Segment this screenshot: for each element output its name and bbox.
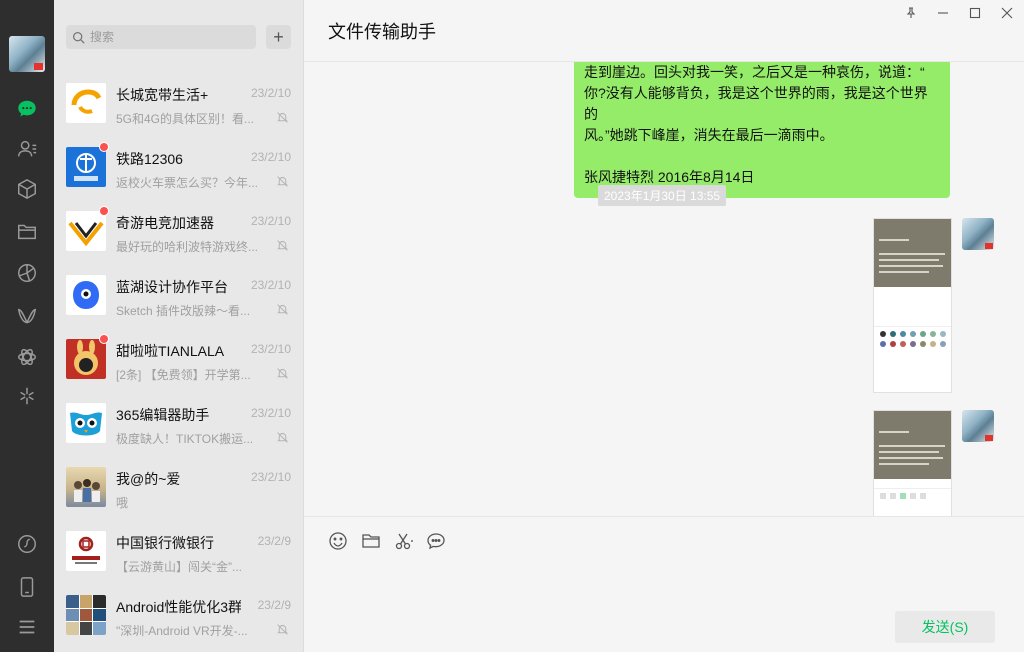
chat-history-icon[interactable] xyxy=(424,529,448,553)
message-line: 走到崖边。回头对我一笑，之后又是一种哀伤，说道：“ xyxy=(584,64,925,80)
chat-list-item[interactable]: 长城宽带生活+ 23/2/10 5G和4G的具体区别！看... xyxy=(54,73,303,137)
close-icon[interactable] xyxy=(996,4,1018,22)
chat-header: 文件传输助手 xyxy=(304,0,1024,62)
message-timestamp: 2023年1月30日 13:55 xyxy=(598,185,727,206)
mute-bell-icon xyxy=(277,304,288,315)
chat-name: 长城宽带生活+ xyxy=(116,87,209,103)
chat-avatar xyxy=(66,211,106,251)
chat-preview: Sketch 插件改版辣～看... xyxy=(116,304,251,318)
text-message-bubble[interactable]: 走到崖边。回头对我一笑，之后又是一种哀伤，说道：“ 你?没有人能够背负，我是这个… xyxy=(574,62,950,198)
pin-icon[interactable] xyxy=(900,4,922,22)
chat-list-item[interactable]: 铁路12306 23/2/10 返校火车票怎么买？今年... xyxy=(54,137,303,201)
chat-name: 奇游电竞加速器 xyxy=(116,215,214,231)
miniprogram-panel-icon[interactable] xyxy=(12,529,42,559)
mute-bell-icon xyxy=(277,624,288,635)
chat-avatar xyxy=(66,339,106,379)
chat-list-item[interactable]: 我@的~爱 23/2/10 哦 xyxy=(54,457,303,521)
chat-name: 365编辑器助手 xyxy=(116,407,210,423)
chat-time: 23/2/10 xyxy=(250,86,291,100)
unread-dot xyxy=(99,206,109,216)
chat-preview: 哦 xyxy=(116,496,129,510)
image-message[interactable] xyxy=(873,218,952,393)
chat-avatar xyxy=(66,403,106,443)
search-box[interactable] xyxy=(66,25,256,49)
chat-avatar xyxy=(66,147,106,187)
chat-title: 文件传输助手 xyxy=(328,22,436,42)
search-input[interactable] xyxy=(90,30,240,44)
search-discover-icon[interactable] xyxy=(12,342,42,372)
emoji-icon[interactable] xyxy=(326,529,350,553)
chat-preview: "深圳-Android VR开发-... xyxy=(116,624,248,638)
send-button[interactable]: 发送(S) xyxy=(895,611,995,643)
chat-name: 我@的~爱 xyxy=(116,471,181,487)
message-list[interactable]: 走到崖边。回头对我一笑，之后又是一种哀伤，说道：“ 你?没有人能够背负，我是这个… xyxy=(304,62,1024,516)
minimize-icon[interactable] xyxy=(932,4,954,22)
folder-icon[interactable] xyxy=(359,529,383,553)
miniprogram-icon[interactable] xyxy=(12,381,42,411)
mute-bell-icon xyxy=(277,368,288,379)
chat-preview: 返校火车票怎么买？今年... xyxy=(116,176,259,190)
chat-time: 23/2/10 xyxy=(250,470,291,484)
chat-time: 23/2/9 xyxy=(257,534,291,548)
chat-time: 23/2/10 xyxy=(250,150,291,164)
user-avatar[interactable] xyxy=(9,36,45,72)
chat-name: 蓝湖设计协作平台 xyxy=(116,279,228,295)
chat-name: 中国银行微银行 xyxy=(116,535,214,551)
chat-name: Android性能优化3群 xyxy=(116,599,241,615)
chat-name: 铁路12306 xyxy=(116,151,183,167)
image-message[interactable] xyxy=(873,410,952,516)
channels-icon[interactable] xyxy=(12,301,42,331)
sender-avatar[interactable] xyxy=(962,218,994,250)
chat-list-item[interactable]: 中国银行微银行 23/2/9 【云游黄山】闯关“金”... xyxy=(54,521,303,585)
chat-icon[interactable] xyxy=(12,94,42,124)
sender-avatar[interactable] xyxy=(962,410,994,442)
mute-bell-icon xyxy=(277,112,288,123)
chat-list-item[interactable]: 蓝湖设计协作平台 23/2/10 Sketch 插件改版辣～看... xyxy=(54,265,303,329)
chat-avatar xyxy=(66,531,106,571)
chat-avatar xyxy=(66,467,106,507)
chat-preview: 【云游黄山】闯关“金”... xyxy=(116,560,242,574)
phone-icon[interactable] xyxy=(12,572,42,602)
add-button[interactable]: + xyxy=(266,25,291,49)
chat-list-item[interactable]: 365编辑器助手 23/2/10 极度缺人！TIKTOK搬运... xyxy=(54,393,303,457)
chat-preview: 极度缺人！TIKTOK搬运... xyxy=(116,432,254,446)
chat-window: 文件传输助手 走到崖边。回头对我一笑，之后又是一种哀伤，说道：“ 你?没有人能够… xyxy=(304,0,1024,652)
chat-preview: 5G和4G的具体区别！看... xyxy=(116,112,255,126)
maximize-icon[interactable] xyxy=(964,4,986,22)
message-line: 你?没有人能够背负，我是这个世界的雨，我是这个世界的 xyxy=(584,85,928,122)
chat-avatar xyxy=(66,275,106,315)
unread-dot xyxy=(99,334,109,344)
unread-dot xyxy=(99,142,109,152)
chat-avatar xyxy=(66,83,106,123)
chat-avatar xyxy=(66,595,106,635)
chat-time: 23/2/10 xyxy=(250,214,291,228)
chat-name: 甜啦啦TIANLALA xyxy=(116,343,225,359)
chat-list-panel: + 长城宽带生活+ 23/2/10 5G和4G的具体区别！看... 铁路1230… xyxy=(54,0,304,652)
mute-bell-icon xyxy=(277,240,288,251)
menu-icon[interactable] xyxy=(12,612,42,642)
mute-bell-icon xyxy=(277,176,288,187)
files-icon[interactable] xyxy=(12,216,42,246)
message-input-area[interactable]: 发送(S) xyxy=(304,516,1024,652)
contacts-icon[interactable] xyxy=(12,134,42,164)
chat-preview: 最好玩的哈利波特游戏终... xyxy=(116,240,259,254)
chat-list-item[interactable]: Android性能优化3群 23/2/9 "深圳-Android VR开发-..… xyxy=(54,585,303,649)
moments-icon[interactable] xyxy=(12,258,42,288)
screenshot-scissors-icon[interactable] xyxy=(392,529,416,553)
chat-time: 23/2/10 xyxy=(250,342,291,356)
message-line: 风。”她跳下峰崖，消失在最后一滴雨中。 xyxy=(584,127,834,143)
chat-time: 23/2/10 xyxy=(250,278,291,292)
chat-time: 23/2/10 xyxy=(250,406,291,420)
favorites-icon[interactable] xyxy=(12,174,42,204)
chat-list-item[interactable]: 甜啦啦TIANLALA 23/2/10 [2条] 【免费领】开学第... xyxy=(54,329,303,393)
mute-bell-icon xyxy=(277,432,288,443)
search-icon xyxy=(72,31,85,44)
chat-time: 23/2/9 xyxy=(257,598,291,612)
chat-list-item[interactable]: 奇游电竞加速器 23/2/10 最好玩的哈利波特游戏终... xyxy=(54,201,303,265)
navigation-rail xyxy=(0,0,54,652)
chat-preview: [2条] 【免费领】开学第... xyxy=(116,368,251,382)
